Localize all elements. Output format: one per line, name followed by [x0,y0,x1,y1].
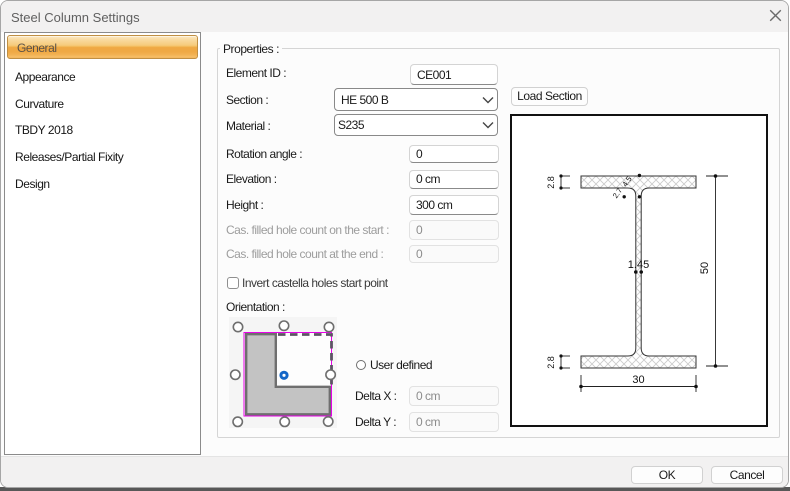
svg-text:2.8: 2.8 [546,176,556,189]
svg-text:1.45: 1.45 [628,259,649,271]
svg-text:30: 30 [632,374,644,386]
svg-text:50: 50 [699,262,711,274]
svg-text:2.8: 2.8 [546,356,556,369]
